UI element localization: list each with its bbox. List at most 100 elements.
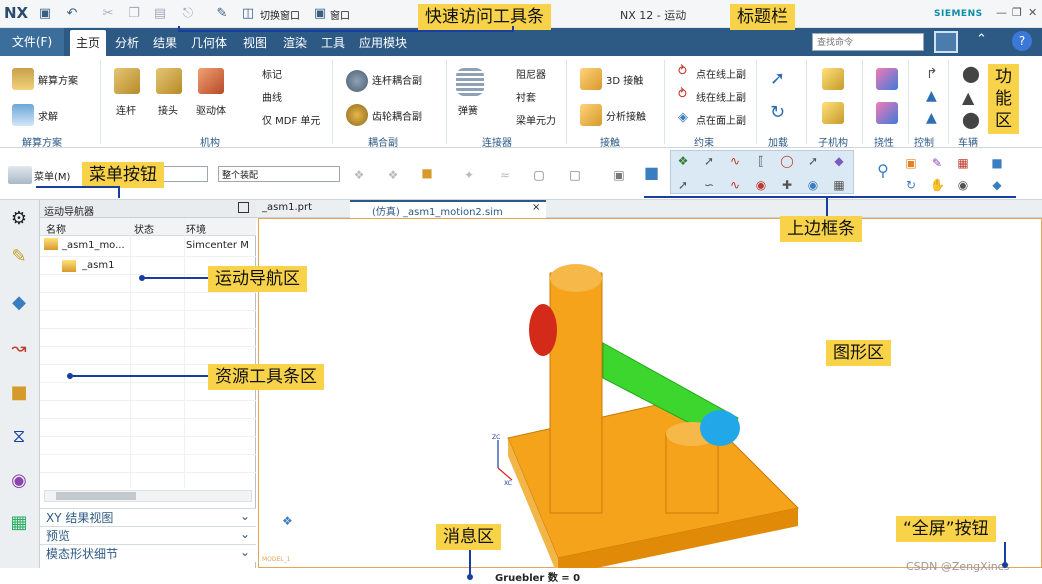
tree-row-sim[interactable]: _asm1_mo...: [62, 240, 125, 251]
tab-analysis[interactable]: 分析: [115, 34, 139, 51]
tab-view[interactable]: 视图: [243, 34, 267, 51]
curve-on-curve-button[interactable]: 线在线上副: [696, 89, 746, 104]
link-button[interactable]: 连杆: [116, 102, 136, 117]
tire-icon[interactable]: ⬤: [962, 64, 980, 83]
repeat-command-icon[interactable]: ⎋: [180, 6, 196, 22]
column-name[interactable]: 名称: [46, 221, 66, 236]
tab-render[interactable]: 渲染: [283, 34, 307, 51]
panel-mode-shape[interactable]: 模态形状细节 ⌄: [40, 544, 256, 562]
menu-icon[interactable]: [8, 166, 32, 184]
switch-window-button[interactable]: 切换窗口: [260, 7, 300, 22]
flexible-body-icon[interactable]: [876, 68, 898, 90]
search-icon[interactable]: ⚲: [910, 33, 919, 47]
crank-post[interactable]: [549, 272, 603, 514]
view-cube-icon[interactable]: ■: [990, 156, 1004, 170]
rectangle-select-icon[interactable]: □: [568, 168, 582, 182]
snap-face-icon[interactable]: ◉: [806, 178, 820, 192]
snap-existing-icon[interactable]: ◆: [832, 154, 846, 168]
window-menu-button[interactable]: 窗口: [330, 7, 350, 22]
tab-home[interactable]: 主页: [70, 30, 106, 56]
touch-mode-icon[interactable]: ✎: [214, 6, 230, 22]
constraint-navigator-icon[interactable]: ⧖: [6, 424, 32, 450]
snap-filter-icon[interactable]: ■: [420, 166, 434, 180]
snap-control-icon[interactable]: ∿: [728, 154, 742, 168]
help-icon[interactable]: ?: [1012, 31, 1032, 51]
road-icon[interactable]: ▲: [962, 88, 974, 107]
torque-icon[interactable]: ↻: [770, 102, 785, 123]
point-icon[interactable]: ✦: [462, 168, 476, 182]
column-status[interactable]: 状态: [134, 221, 154, 236]
view-orient-icon[interactable]: ▣: [612, 168, 626, 182]
panel-xy-results[interactable]: XY 结果视图 ⌄: [40, 508, 256, 526]
rotate-icon[interactable]: ↻: [904, 178, 918, 192]
copy-icon[interactable]: ❐: [126, 6, 142, 22]
driver-button[interactable]: 驱动体: [196, 102, 226, 117]
command-search-input[interactable]: [812, 33, 924, 51]
snap-intersection-icon[interactable]: ⟦: [754, 154, 768, 168]
restore-icon[interactable]: ❐: [1012, 6, 1022, 19]
settings-gear-icon[interactable]: ⚙: [6, 206, 32, 232]
submechanism-import-icon[interactable]: [822, 102, 844, 124]
snap-on-curve-icon[interactable]: ∽: [702, 178, 716, 192]
paint-icon[interactable]: ✎: [930, 156, 944, 170]
damper-button[interactable]: 阻尼器: [516, 66, 546, 81]
spring-button[interactable]: 弹簧: [458, 102, 478, 117]
mdf-only-button[interactable]: 仅 MDF 单元: [262, 112, 320, 127]
snap-endpoint-icon[interactable]: ➚: [702, 154, 716, 168]
submechanism-icon[interactable]: [822, 68, 844, 90]
curve-rule-icon[interactable]: ≈: [498, 168, 512, 182]
control-icon[interactable]: ▲: [926, 88, 937, 104]
vehicle-icon[interactable]: ⬤: [962, 110, 980, 129]
cyan-pin[interactable]: [700, 410, 740, 446]
snap-tangent-icon[interactable]: ➚: [806, 154, 820, 168]
switch-window-icon[interactable]: ◫: [240, 6, 256, 22]
wcs-icon[interactable]: ◆: [990, 178, 1004, 192]
save-icon[interactable]: ▣: [37, 6, 53, 22]
red-pin[interactable]: [529, 304, 557, 356]
assembly-navigator-icon[interactable]: ◆: [6, 290, 32, 316]
roles-icon[interactable]: ▦: [6, 510, 32, 536]
snap-arc-center-icon[interactable]: ◯: [780, 154, 794, 168]
snap-grid-icon[interactable]: ▦: [832, 178, 846, 192]
maximize-panel-icon[interactable]: [238, 202, 249, 213]
motion-navigator-icon[interactable]: ✎: [6, 244, 32, 270]
tab-geometry[interactable]: 几何体: [191, 34, 227, 51]
snap-enable-icon[interactable]: ❖: [676, 154, 690, 168]
menu-button[interactable]: 菜单(M): [34, 168, 70, 183]
pan-icon[interactable]: ✋: [930, 178, 945, 192]
xy-function-icon[interactable]: ↝: [6, 336, 32, 362]
close-window-icon[interactable]: ✕: [1028, 6, 1037, 19]
collapse-ribbon-icon[interactable]: ⌃: [976, 32, 987, 47]
snap-center-icon[interactable]: ◉: [754, 178, 768, 192]
marker-button[interactable]: 标记: [262, 66, 282, 81]
link-coupler-button[interactable]: 连杆耦合副: [372, 72, 422, 87]
deselect-icon[interactable]: ❖: [386, 168, 400, 182]
tree-row-asm[interactable]: _asm1: [82, 260, 114, 271]
zoom-icon[interactable]: ⚲: [876, 163, 890, 179]
file-tab[interactable]: 文件(F): [0, 28, 64, 56]
minimize-icon[interactable]: —: [996, 6, 1007, 19]
plant-icon[interactable]: ▲: [926, 110, 937, 126]
show-hide-icon[interactable]: ◉: [956, 178, 970, 192]
force-icon[interactable]: ➚: [770, 68, 785, 89]
3d-contact-button[interactable]: 3D 接触: [606, 72, 643, 87]
layer-icon[interactable]: ▦: [956, 156, 970, 170]
scrollbar-thumb[interactable]: [56, 492, 136, 500]
select-icon[interactable]: ❖: [352, 168, 366, 182]
tab-results[interactable]: 结果: [153, 34, 177, 51]
undo-icon[interactable]: ↶: [64, 6, 80, 22]
point-on-curve-button[interactable]: 点在线上副: [696, 66, 746, 81]
render-style-icon[interactable]: ■: [644, 165, 659, 181]
cut-icon[interactable]: ✂: [100, 6, 116, 22]
scope-select[interactable]: 整个装配: [218, 166, 340, 182]
snap-quadrant-icon[interactable]: ✚: [780, 178, 794, 192]
gear-coupler-button[interactable]: 齿轮耦合副: [372, 108, 422, 123]
fullscreen-button[interactable]: [934, 31, 958, 53]
column-environment[interactable]: 环境: [186, 221, 206, 236]
tab-tools[interactable]: 工具: [321, 34, 345, 51]
image-icon[interactable]: ▣: [904, 156, 918, 170]
analysis-contact-button[interactable]: 分析接触: [606, 108, 646, 123]
box-select-icon[interactable]: ▢: [532, 168, 546, 182]
reuse-library-icon[interactable]: ◉: [6, 468, 32, 494]
snap-spline-icon[interactable]: ∿: [728, 178, 742, 192]
